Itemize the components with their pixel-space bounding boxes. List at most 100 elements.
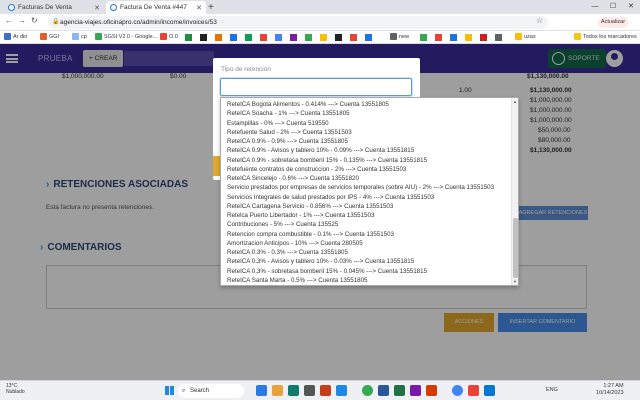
bookmark-icon[interactable]	[290, 34, 297, 41]
retention-type-select[interactable]	[220, 78, 412, 96]
bookmark-icon[interactable]	[215, 34, 222, 41]
taskbar-app-icon[interactable]	[272, 385, 283, 396]
dropdown-option[interactable]: Estampillas - 0% ---> Cuenta 519550	[221, 119, 512, 128]
bookmark-icon[interactable]	[420, 34, 427, 41]
taskbar-app-icon[interactable]	[288, 385, 299, 396]
weather-widget[interactable]: 13°C Nublado	[6, 383, 25, 395]
bookmark-icon[interactable]	[495, 34, 502, 41]
bookmark-icon[interactable]	[335, 34, 342, 41]
taskbar-app-icon[interactable]	[468, 385, 479, 396]
bookmark-item[interactable]: GGI	[40, 33, 59, 40]
bookmark-item[interactable]: Ar dio	[4, 33, 27, 40]
dropdown-option[interactable]: Retefuente Salud - 2% ---> Cuenta 135515…	[221, 128, 512, 137]
bookmark-icon[interactable]	[245, 34, 252, 41]
taskbar-app-icon[interactable]	[336, 385, 347, 396]
dropdown-option[interactable]: Retelca Puerto Libertador - 1% ---> Cuen…	[221, 211, 512, 220]
bookmark-star-icon[interactable]: ☆	[536, 16, 543, 25]
browser-tab-strip: Facturas De Venta ✕ Factura De Venta #44…	[0, 0, 640, 14]
url-input[interactable]: 🔒 agencia-viajes.oficinapro.co/admin/inc…	[48, 16, 548, 29]
favicon-icon	[8, 4, 15, 11]
dropdown-option[interactable]: Contribuciones - 5% ---> Cuenta 135525	[221, 220, 512, 229]
bookmark-icon[interactable]	[480, 34, 487, 41]
taskbar-app-icon[interactable]	[256, 385, 267, 396]
bookmark-item[interactable]: uzas	[515, 33, 536, 40]
windows-start-icon[interactable]	[165, 386, 174, 395]
bookmark-icon[interactable]	[275, 34, 282, 41]
bookmark-icon[interactable]	[365, 34, 372, 41]
close-window-icon[interactable]: ✕	[622, 0, 640, 14]
taskbar-search[interactable]: ⌕ Search	[178, 384, 244, 398]
bookmark-icon[interactable]	[185, 34, 192, 41]
all-bookmarks[interactable]: Todos los marcadores	[574, 33, 637, 40]
dropdown-option[interactable]: Servicios Integrales de salud prestados …	[221, 193, 512, 202]
browser-tab-factura-447[interactable]: Factura De Venta #447 ✕	[106, 1, 206, 14]
language-indicator[interactable]: ENG	[546, 387, 558, 393]
dropdown-option[interactable]: Retencion compra combustible - 0.1% --->…	[221, 230, 512, 239]
scroll-up-icon[interactable]: ▲	[513, 99, 517, 104]
dropdown-option[interactable]: ReteICA 0.3% - 0.3% ---> Cuenta 13551805	[221, 248, 512, 257]
dropdown-option[interactable]: ReteICA 0.9% - sobretasa bomberil 15% - …	[221, 156, 512, 165]
bookmark-icon[interactable]	[200, 34, 207, 41]
bookmark-icon	[4, 33, 11, 40]
bookmark-item[interactable]: cp	[72, 33, 87, 40]
dropdown-options-list: ReteICA Bogota Alimentos - 0.414% ---> C…	[221, 100, 512, 285]
system-clock[interactable]: 1:27 AM 10/14/2023	[596, 383, 624, 397]
taskbar-app-icon[interactable]	[320, 385, 331, 396]
scrollbar-thumb[interactable]	[513, 218, 518, 278]
tab-title: Facturas De Venta	[18, 4, 72, 11]
retention-type-label: Tipo de retención	[221, 66, 271, 73]
bookmark-item[interactable]: new	[390, 33, 409, 40]
search-icon: ⌕	[182, 388, 186, 394]
taskbar-app-icon[interactable]	[410, 385, 421, 396]
favicon-icon	[110, 4, 117, 11]
forward-icon[interactable]: →	[18, 16, 26, 25]
window-controls: — ☐ ✕	[586, 0, 640, 14]
back-icon[interactable]: ←	[5, 16, 13, 25]
maximize-icon[interactable]: ☐	[604, 0, 622, 14]
bookmark-item[interactable]: SGSI V2.0 - Google...	[95, 33, 157, 40]
bookmark-item[interactable]: O.0	[160, 33, 178, 40]
taskbar-app-icon[interactable]	[484, 385, 495, 396]
dropdown-option[interactable]: Servicio prestados por empresas de servi…	[221, 183, 512, 192]
dropdown-option[interactable]: ReteICA 0.9% - 0.9% ---> Cuenta 13551805	[221, 137, 512, 146]
bookmark-icon[interactable]	[305, 34, 312, 41]
taskbar-app-icon[interactable]	[452, 385, 463, 396]
dropdown-option[interactable]: Retefuente contratos de construccion - 2…	[221, 165, 512, 174]
minimize-icon[interactable]: —	[586, 0, 604, 14]
bookmark-icon	[95, 33, 102, 40]
bookmark-icon[interactable]	[450, 34, 457, 41]
dropdown-option[interactable]: Amortizacion Anticipos - 10% ---> Cuenta…	[221, 239, 512, 248]
retention-type-dropdown[interactable]: ReteICA Bogota Alimentos - 0.414% ---> C…	[220, 97, 519, 286]
dropdown-option[interactable]: ReteICA 0.9% - Avisos y tablero 10% - 0.…	[221, 146, 512, 155]
bookmark-icon[interactable]	[465, 34, 472, 41]
bookmark-icon[interactable]	[435, 34, 442, 41]
dropdown-option[interactable]: ReteICA Soacha - 1% ---> Cuenta 13551805	[221, 109, 512, 118]
dropdown-option[interactable]: ReteICA Bogota Alimentos - 0.414% ---> C…	[221, 100, 512, 109]
dropdown-option[interactable]: ReteICA Sincelejo - 0.6% ---> Cuenta 135…	[221, 174, 512, 183]
dropdown-scrollbar[interactable]: ▲ ▼	[511, 98, 518, 285]
scroll-down-icon[interactable]: ▼	[513, 279, 517, 284]
browser-tab-facturas[interactable]: Facturas De Venta ✕	[4, 1, 104, 14]
update-button[interactable]: Actualizar	[598, 17, 628, 28]
dropdown-option[interactable]: ReteICA Cartagena Servicio - 0.856% --->…	[221, 202, 512, 211]
chrome-icon[interactable]	[362, 385, 373, 396]
taskbar-app-icon[interactable]	[378, 385, 389, 396]
bookmark-icon[interactable]	[320, 34, 327, 41]
dropdown-option[interactable]: ReteICA Santa Marta - 0.5% ---> Cuenta 1…	[221, 276, 512, 285]
bookmark-icon[interactable]	[230, 34, 237, 41]
dropdown-option[interactable]: ReteICA 0.3% - Avisos y tablero 10% - 0.…	[221, 257, 512, 266]
bookmark-icon[interactable]	[350, 34, 357, 41]
windows-taskbar: 13°C Nublado ⌕ Search ENG 1:27 AM 10/14/…	[0, 380, 640, 400]
bookmark-icon	[390, 33, 397, 40]
reload-icon[interactable]: ↻	[31, 16, 38, 25]
dropdown-option[interactable]: ReteICA 0.3% - sobretasa bomberil 15% - …	[221, 267, 512, 276]
address-bar-row: ← → ↻ 🔒 agencia-viajes.oficinapro.co/adm…	[0, 14, 640, 31]
close-tab-icon[interactable]: ✕	[196, 4, 202, 12]
taskbar-app-icon[interactable]	[304, 385, 315, 396]
new-tab-icon[interactable]: +	[208, 2, 214, 13]
bookmark-icon[interactable]	[260, 34, 267, 41]
bookmark-icon	[40, 33, 47, 40]
close-tab-icon[interactable]: ✕	[94, 4, 100, 12]
taskbar-app-icon[interactable]	[426, 385, 437, 396]
taskbar-app-icon[interactable]	[394, 385, 405, 396]
